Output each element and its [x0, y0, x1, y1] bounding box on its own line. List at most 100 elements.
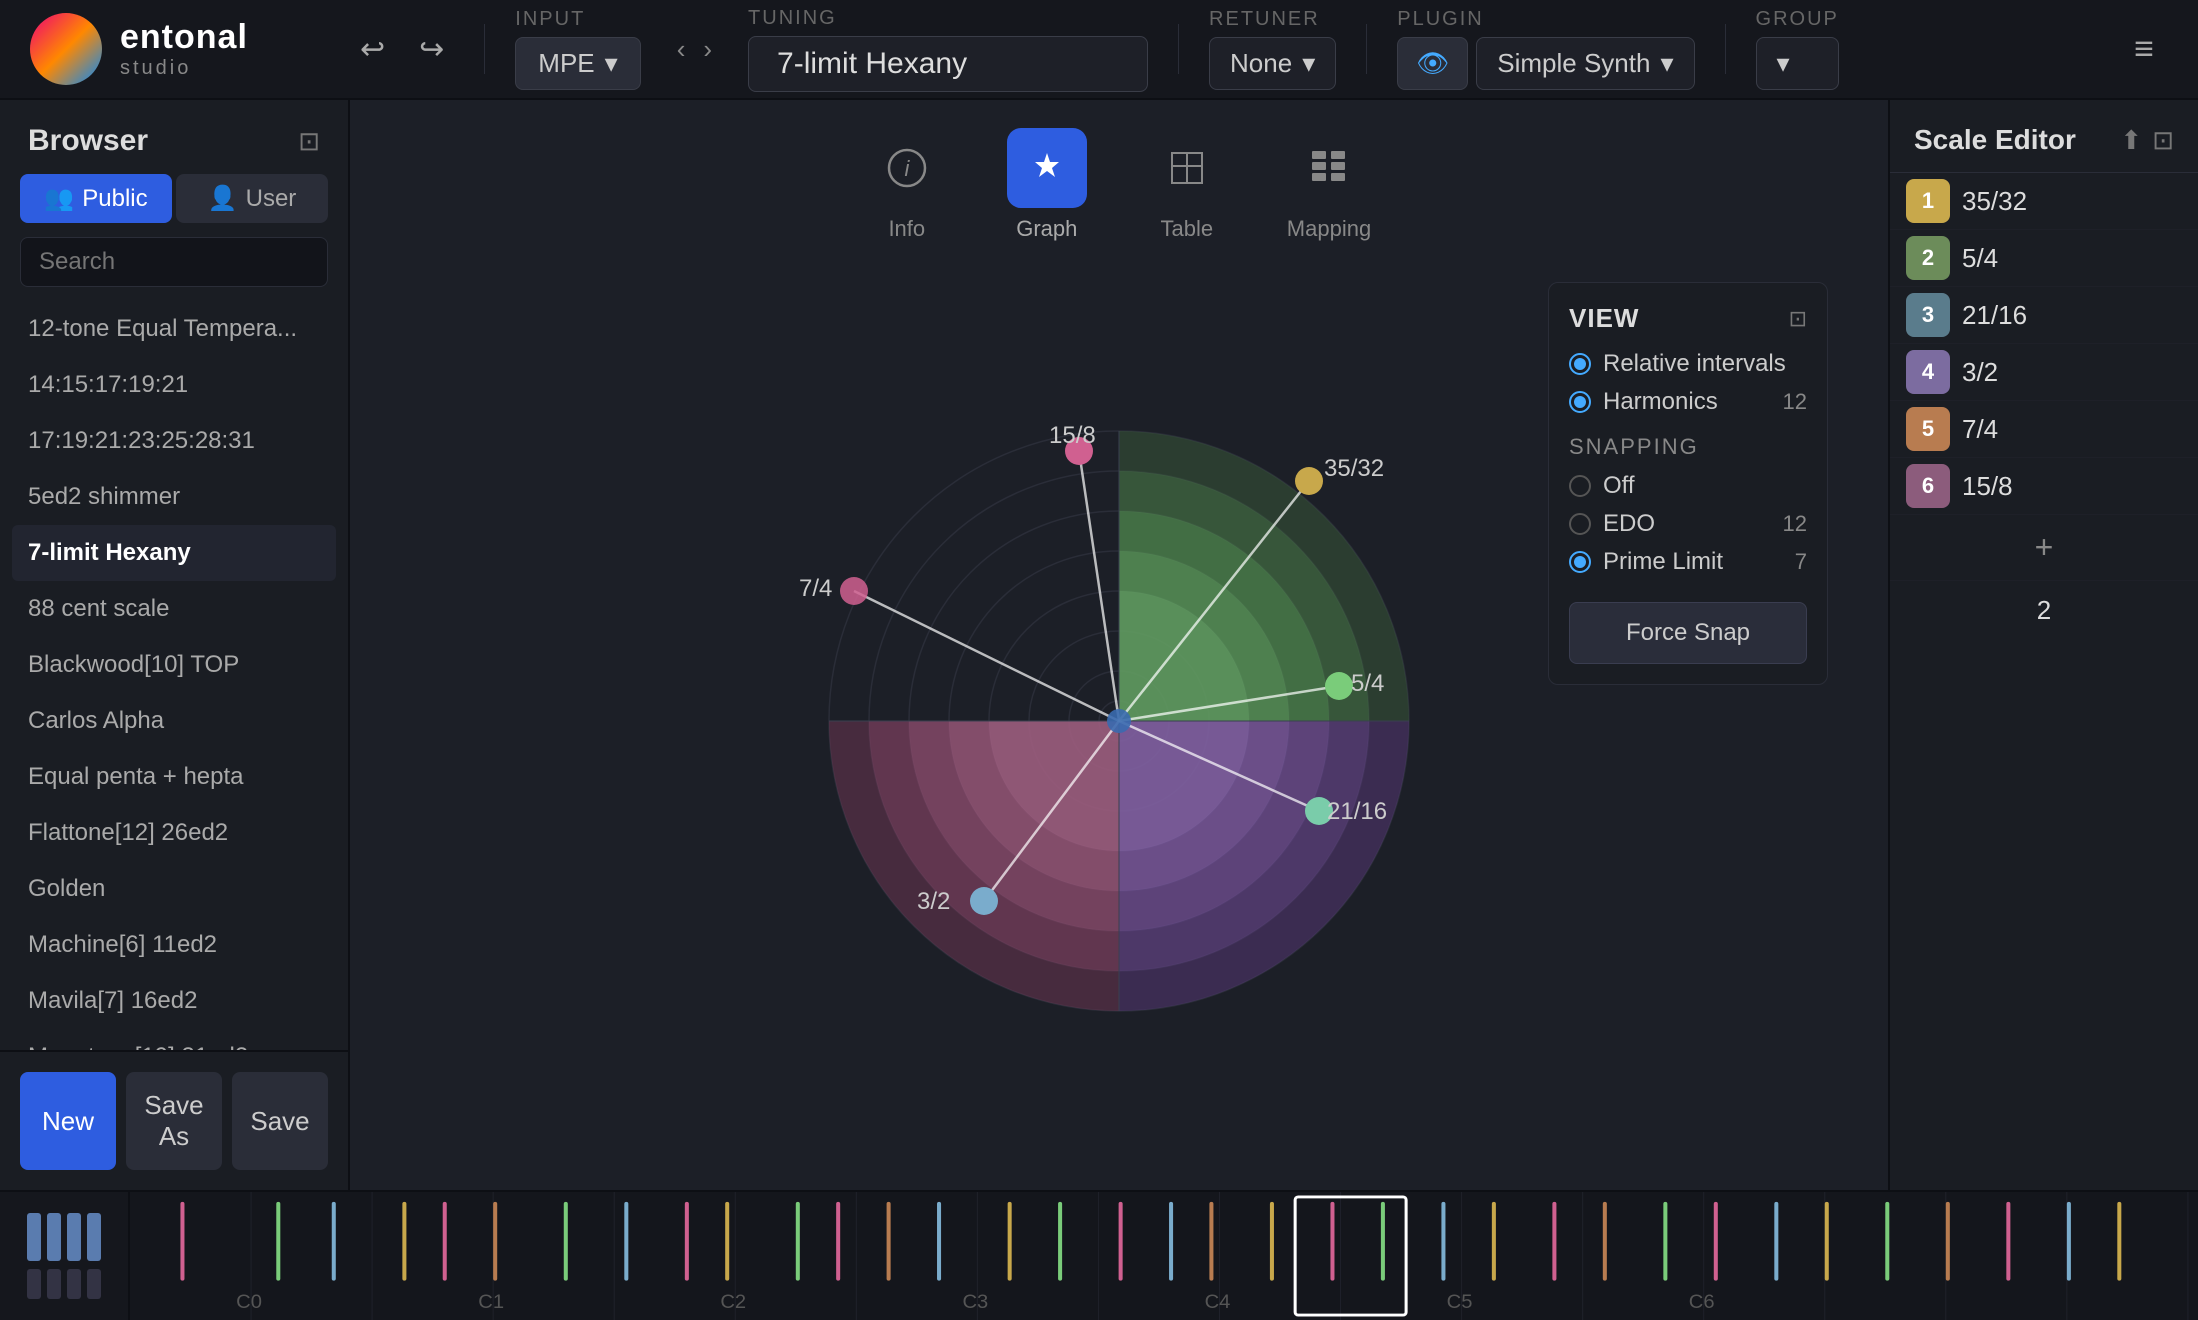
retuner-dropdown[interactable]: None ▾ — [1209, 37, 1336, 90]
next-tuning-button[interactable]: › — [697, 28, 718, 71]
tab-public[interactable]: 👥 Public — [20, 174, 172, 223]
off-radio[interactable]: Off — [1569, 472, 1807, 500]
top-nav: entonal studio ↩ ↪ INPUT MPE ▾ ‹ › TUNIN… — [0, 0, 2198, 100]
svg-text:3/2: 3/2 — [917, 888, 950, 915]
view-panel: VIEW ⊡ Relative intervals Harmonics 12 S… — [1548, 282, 1828, 685]
menu-button[interactable]: ≡ — [2120, 22, 2168, 77]
list-item[interactable]: 14:15:17:19:21 — [12, 357, 336, 413]
svg-text:i: i — [904, 156, 910, 181]
scale-note-row[interactable]: 57/4 — [1890, 401, 2198, 458]
edo-radio[interactable]: EDO 12 — [1569, 510, 1807, 538]
group-dropdown[interactable]: ▾ — [1756, 37, 1839, 90]
center-panel: i Info Graph Table Mapping — [350, 100, 1888, 1190]
group-label: GROUP — [1756, 8, 1839, 31]
list-item[interactable]: Meantone[19] 31ed2 — [12, 1029, 336, 1050]
tab-user[interactable]: 👤 User — [176, 174, 328, 223]
divider-2 — [1178, 24, 1179, 74]
group-group: GROUP ▾ — [1756, 8, 1839, 90]
prime-limit-radio-circle — [1569, 551, 1591, 573]
scale-note-row[interactable]: 135/32 — [1890, 173, 2198, 230]
kb-black-1 — [27, 1269, 41, 1299]
edo-value: 12 — [1783, 511, 1807, 537]
list-item[interactable]: Carlos Alpha — [12, 693, 336, 749]
svg-text:7/4: 7/4 — [799, 575, 832, 602]
tab-table-icon — [1147, 128, 1227, 208]
list-item[interactable]: 5ed2 shimmer — [12, 469, 336, 525]
scale-note-row[interactable]: 321/16 — [1890, 287, 2198, 344]
keyboard-icon-row-2 — [27, 1269, 101, 1299]
plugin-label: PLUGIN — [1397, 8, 1694, 31]
scale-editor-export-button[interactable]: ⬆ — [2120, 125, 2142, 156]
note-number: 2 — [1906, 236, 1950, 280]
tab-info-label: Info — [888, 216, 925, 242]
list-item[interactable]: 88 cent scale — [12, 581, 336, 637]
radar-svg: 15/8 35/32 7/4 5/4 21/16 3/2 — [769, 371, 1469, 1071]
scale-note-row[interactable]: 615/8 — [1890, 458, 2198, 515]
list-item[interactable]: Mavila[7] 16ed2 — [12, 973, 336, 1029]
prime-limit-label: Prime Limit — [1603, 548, 1723, 576]
list-item[interactable]: Blackwood[10] TOP — [12, 637, 336, 693]
redo-button[interactable]: ↪ — [409, 26, 454, 73]
tab-graph-label: Graph — [1016, 216, 1077, 242]
kb-key-2 — [47, 1213, 61, 1261]
undo-button[interactable]: ↩ — [350, 26, 395, 73]
harmonics-radio[interactable]: Harmonics 12 — [1569, 388, 1807, 416]
harmonics-radio-circle — [1569, 391, 1591, 413]
list-item[interactable]: 17:19:21:23:25:28:31 — [12, 413, 336, 469]
prev-tuning-button[interactable]: ‹ — [671, 28, 692, 71]
plugin-dropdown[interactable]: Simple Synth ▾ — [1476, 37, 1694, 90]
scale-list: 12-tone Equal Tempera...14:15:17:19:2117… — [0, 301, 348, 1050]
tuning-label: TUNING — [748, 7, 1148, 30]
list-item[interactable]: 12-tone Equal Tempera... — [12, 301, 336, 357]
tab-info[interactable]: i Info — [867, 128, 947, 242]
sidebar-collapse-button[interactable]: ⊡ — [298, 126, 320, 157]
keyboard-scroll[interactable]: // Will be rendered via JS — [130, 1192, 2198, 1320]
tab-graph-icon — [1007, 128, 1087, 208]
main-layout: Browser ⊡ 👥 Public 👤 User 12-tone Equal … — [0, 100, 2198, 1190]
tab-mapping[interactable]: Mapping — [1287, 128, 1371, 242]
tab-table[interactable]: Table — [1147, 128, 1227, 242]
kb-key-3 — [67, 1213, 81, 1261]
list-item[interactable]: 7-limit Hexany — [12, 525, 336, 581]
scale-note-row[interactable]: 43/2 — [1890, 344, 2198, 401]
tab-mapping-label: Mapping — [1287, 216, 1371, 242]
note-value: 5/4 — [1962, 243, 2182, 274]
bottom-bar: // Will be rendered via JS — [0, 1190, 2198, 1320]
list-item[interactable]: Machine[6] 11ed2 — [12, 917, 336, 973]
tab-graph[interactable]: Graph — [1007, 128, 1087, 242]
sidebar-header: Browser ⊡ — [0, 100, 348, 174]
tuning-name-display: 7-limit Hexany — [748, 36, 1148, 92]
scale-editor-title: Scale Editor — [1914, 124, 2076, 156]
graph-area: 15/8 35/32 7/4 5/4 21/16 3/2 VIEW ⊡ Rela… — [350, 252, 1888, 1190]
search-input[interactable] — [20, 237, 328, 287]
list-item[interactable]: Equal penta + hepta — [12, 749, 336, 805]
octave-value: 2 — [2037, 595, 2051, 626]
view-panel-icon-button[interactable]: ⊡ — [1789, 306, 1807, 332]
note-number: 1 — [1906, 179, 1950, 223]
octave-row: 2 — [1890, 581, 2198, 640]
sidebar: Browser ⊡ 👥 Public 👤 User 12-tone Equal … — [0, 100, 350, 1190]
svg-text:C3: C3 — [962, 1291, 988, 1313]
edo-radio-circle — [1569, 513, 1591, 535]
keyboard-icon-row — [27, 1213, 101, 1261]
radar-chart: 15/8 35/32 7/4 5/4 21/16 3/2 — [769, 371, 1469, 1071]
list-item[interactable]: Flattone[12] 26ed2 — [12, 805, 336, 861]
list-item[interactable]: Golden — [12, 861, 336, 917]
svg-text:5/4: 5/4 — [1351, 670, 1384, 697]
input-mode-button[interactable]: MPE ▾ — [515, 37, 640, 90]
save-as-button[interactable]: Save As — [126, 1072, 222, 1170]
note-number: 5 — [1906, 407, 1950, 451]
input-group: INPUT MPE ▾ — [515, 8, 640, 90]
prime-limit-radio[interactable]: Prime Limit 7 — [1569, 548, 1807, 576]
plugin-group: PLUGIN 👁 Simple Synth ▾ — [1397, 8, 1694, 90]
visibility-toggle[interactable]: 👁 — [1397, 37, 1468, 90]
scale-editor-collapse-button[interactable]: ⊡ — [2152, 125, 2174, 156]
save-button[interactable]: Save — [232, 1072, 328, 1170]
svg-text:C2: C2 — [720, 1291, 746, 1313]
relative-intervals-radio[interactable]: Relative intervals — [1569, 350, 1807, 378]
force-snap-button[interactable]: Force Snap — [1569, 602, 1807, 664]
add-note-button[interactable]: + — [2035, 529, 2054, 566]
scale-note-row[interactable]: 2 5/4 — [1890, 230, 2198, 287]
logo-area: entonal studio — [30, 13, 310, 85]
new-button[interactable]: New — [20, 1072, 116, 1170]
